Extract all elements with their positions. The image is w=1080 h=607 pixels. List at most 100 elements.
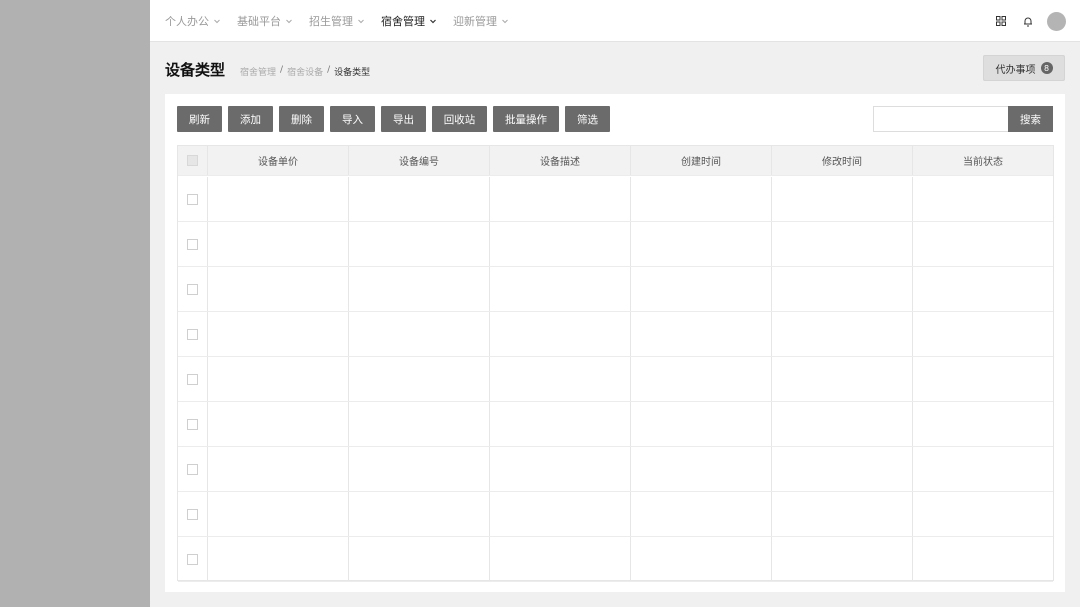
- table-cell: [772, 312, 913, 356]
- table-row[interactable]: [178, 537, 1053, 582]
- export-button[interactable]: 导出: [381, 106, 426, 132]
- row-checkbox-cell: [178, 177, 208, 221]
- batch-operation-button[interactable]: 批量操作: [493, 106, 559, 132]
- table-row[interactable]: [178, 357, 1053, 402]
- table-row[interactable]: [178, 492, 1053, 537]
- table-cell: [208, 537, 349, 581]
- table-cell: [208, 447, 349, 491]
- row-checkbox[interactable]: [187, 238, 198, 250]
- table-row[interactable]: [178, 402, 1053, 447]
- add-button[interactable]: 添加: [228, 106, 273, 132]
- table-cell: [772, 267, 913, 311]
- table-cell: [631, 492, 772, 536]
- table-row[interactable]: [178, 447, 1053, 492]
- table-cell: [631, 537, 772, 581]
- table-cell: [913, 447, 1053, 491]
- breadcrumb-item[interactable]: 宿舍设备: [287, 65, 323, 78]
- table-cell: [913, 402, 1053, 446]
- todo-count-badge: 8: [1040, 62, 1053, 74]
- import-button[interactable]: 导入: [330, 106, 375, 132]
- table-cell: [913, 267, 1053, 311]
- table-cell: [913, 312, 1053, 356]
- delete-button[interactable]: 删除: [279, 106, 324, 132]
- bell-icon[interactable]: [1020, 13, 1036, 29]
- main-nav: 个人办公 基础平台 招生管理 宿舍管理 迎新管理: [165, 0, 525, 42]
- table-cell: [490, 267, 631, 311]
- column-header[interactable]: 设备编号: [349, 146, 490, 175]
- row-checkbox-cell: [178, 537, 208, 581]
- table-header: 设备单价 设备编号 设备描述 创建时间 修改时间 当前状态: [178, 146, 1053, 176]
- table-row[interactable]: [178, 222, 1053, 267]
- row-checkbox[interactable]: [187, 508, 198, 520]
- nav-item-orientation[interactable]: 迎新管理: [453, 13, 510, 29]
- row-checkbox-cell: [178, 312, 208, 356]
- breadcrumb-separator: /: [327, 65, 331, 75]
- table-cell: [772, 177, 913, 221]
- table-cell: [349, 312, 490, 356]
- table-cell: [208, 492, 349, 536]
- data-table: 设备单价 设备编号 设备描述 创建时间 修改时间 当前状态: [177, 145, 1054, 582]
- table-row[interactable]: [178, 312, 1053, 357]
- page-title: 设备类型: [165, 61, 226, 79]
- table-cell: [349, 357, 490, 401]
- table-cell: [490, 402, 631, 446]
- todo-button[interactable]: 代办事项 8: [983, 55, 1065, 81]
- nav-item-dormitory[interactable]: 宿舍管理: [381, 13, 438, 29]
- filter-button[interactable]: 筛选: [565, 106, 610, 132]
- row-checkbox[interactable]: [187, 373, 198, 385]
- chevron-down-icon: [286, 19, 292, 24]
- table-cell: [349, 402, 490, 446]
- table-cell: [631, 312, 772, 356]
- row-checkbox[interactable]: [187, 328, 198, 340]
- refresh-button[interactable]: 刷新: [177, 106, 222, 132]
- row-checkbox-cell: [178, 447, 208, 491]
- table-row[interactable]: [178, 177, 1053, 222]
- chevron-down-icon: [502, 19, 508, 24]
- header-checkbox-cell: [178, 146, 208, 175]
- table-cell: [208, 312, 349, 356]
- row-checkbox-cell: [178, 357, 208, 401]
- table-cell: [208, 177, 349, 221]
- nav-item-personal-office[interactable]: 个人办公: [165, 13, 222, 29]
- table-cell: [772, 357, 913, 401]
- row-checkbox[interactable]: [187, 553, 198, 565]
- select-all-checkbox[interactable]: [187, 155, 198, 166]
- column-header[interactable]: 设备单价: [208, 146, 349, 175]
- content-card: 刷新 添加 删除 导入 导出 回收站 批量操作 筛选 搜索 设备单价 设备编号 …: [165, 94, 1065, 592]
- row-checkbox[interactable]: [187, 418, 198, 430]
- table-cell: [208, 402, 349, 446]
- table-cell: [349, 177, 490, 221]
- table-cell: [772, 402, 913, 446]
- row-checkbox[interactable]: [187, 193, 198, 205]
- breadcrumb: 宿舍管理 / 宿舍设备 / 设备类型: [240, 65, 370, 78]
- row-checkbox[interactable]: [187, 283, 198, 295]
- column-header[interactable]: 创建时间: [631, 146, 772, 175]
- nav-item-label: 个人办公: [165, 15, 209, 28]
- search-button[interactable]: 搜索: [1008, 106, 1053, 132]
- top-navbar: 个人办公 基础平台 招生管理 宿舍管理 迎新管理: [150, 0, 1080, 42]
- column-header[interactable]: 当前状态: [913, 146, 1053, 175]
- table-cell: [772, 537, 913, 581]
- nav-item-enrollment[interactable]: 招生管理: [309, 13, 366, 29]
- avatar[interactable]: [1047, 11, 1066, 31]
- recycle-bin-button[interactable]: 回收站: [432, 106, 487, 132]
- breadcrumb-item[interactable]: 宿舍管理: [240, 65, 276, 78]
- column-header[interactable]: 修改时间: [772, 146, 913, 175]
- table-cell: [208, 267, 349, 311]
- table-cell: [913, 537, 1053, 581]
- row-checkbox[interactable]: [187, 463, 198, 475]
- chevron-down-icon: [214, 19, 220, 24]
- breadcrumb-current: 设备类型: [334, 68, 371, 78]
- todo-label: 代办事项: [995, 64, 1036, 76]
- column-header[interactable]: 设备描述: [490, 146, 631, 175]
- table-cell: [490, 177, 631, 221]
- table-row[interactable]: [178, 267, 1053, 312]
- table-cell: [490, 447, 631, 491]
- search-input[interactable]: [873, 106, 1009, 132]
- table-cell: [631, 357, 772, 401]
- breadcrumb-separator: /: [280, 65, 284, 75]
- chevron-down-icon: [358, 19, 364, 24]
- row-checkbox-cell: [178, 402, 208, 446]
- apps-grid-icon[interactable]: [993, 13, 1009, 29]
- nav-item-base-platform[interactable]: 基础平台: [237, 13, 294, 29]
